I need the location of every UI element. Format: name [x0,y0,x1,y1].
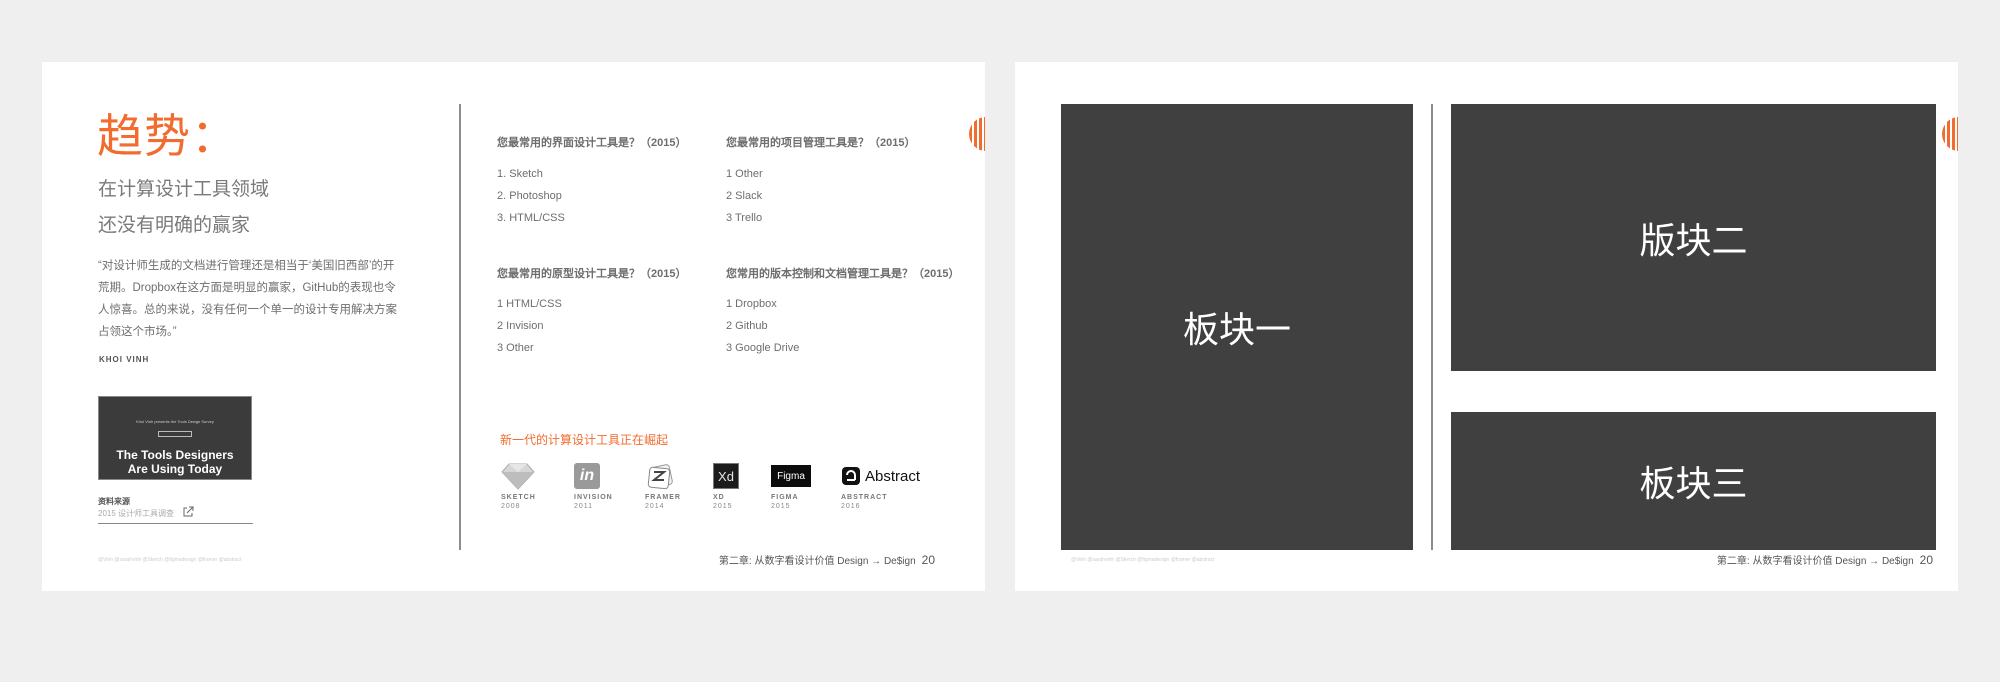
answer-item: 3 Other [497,342,534,354]
vertical-divider [1431,104,1433,550]
sketch-diamond-icon [501,463,535,490]
tool-name: FRAMER [645,494,681,501]
subtitle-line2: 还没有明确的赢家 [98,215,251,236]
survey-question-version-tools: 您常用的版本控制和文档管理工具是？（2015） [726,268,960,280]
quote-text: “对设计师生成的文档进行管理还是相当于‘美国旧西部’的开荒期。Dropbox在这… [98,260,397,338]
abstract-mark-icon [842,467,860,485]
page-number: 20 [921,553,935,567]
answer-item: 1 Other [726,168,763,180]
framer-icon [647,464,673,490]
answer-item: 2. Photoshop [497,190,562,202]
social-handles-footnote: @Vinh @sarahvinh @Sketch @figmadesign @f… [98,557,242,563]
tool-year: 2008 [501,503,521,510]
tool-invision: in INVISION 2011 [574,462,634,510]
slide-footer: 第二章: 从数字看设计价值 Design → De$ign 20 [1717,552,1933,567]
cover-small-text: Khoi Vinh presents the Tools Design Surv… [136,419,214,424]
block-two: 版块二 [1451,104,1936,371]
tool-abstract: Abstract ABSTRACT 2016 [841,462,941,510]
social-handles-footnote: @Vinh @sarahvinh @Sketch @figmadesign @f… [1071,557,1215,563]
survey-answers-version-tools: 1 Dropbox 2 Github 3 Google Drive [726,293,799,359]
cover-title-line2: Are Using Today [127,462,223,476]
survey-question-ui-tools: 您最常用的界面设计工具是？（2015） [497,137,687,149]
answer-item: 3 Google Drive [726,342,800,354]
xd-glyph: Xd [718,468,734,484]
answer-item: 2 Invision [497,320,544,332]
figma-glyph: Figma [777,470,805,482]
page-number: 20 [1919,553,1933,567]
tool-year: 2015 [713,503,733,510]
source-underline [98,523,253,524]
tool-name: FIGMA [771,494,799,501]
slide-layout-blocks: 板块一 版块二 板块三 @Vinh @sarahvinh @Sketch @fi… [1015,62,1958,591]
tool-year: 2016 [841,503,861,510]
answer-item: 2 Github [726,320,768,332]
tool-year: 2015 [771,503,791,510]
answer-item: 1. Sketch [497,168,543,180]
slide-footer: 第二章: 从数字看设计价值 Design → De$ign 20 [719,552,935,567]
tool-name: INVISION [574,494,613,501]
survey-answers-prototype-tools: 1 HTML/CSS 2 Invision 3 Other [497,293,562,359]
slide-trend: 趋势： 在计算设计工具领域 还没有明确的赢家 “对设计师生成的文档进行管理还是相… [42,62,985,591]
cover-button-shape [158,431,192,437]
block-one-label: 板块一 [1182,309,1291,350]
new-generation-label: 新一代的计算设计工具正在崛起 [500,433,669,447]
chapter-label: 第二章: 从数字看设计价值 Design → De$ign [718,556,916,567]
quote-author: KHOI VINH [99,355,150,364]
abstract-icon: Abstract [841,466,920,486]
tool-name: XD [713,494,725,501]
orange-striped-circle-icon [1942,117,1958,151]
tool-year: 2011 [574,503,594,510]
tool-name: SKETCH [501,494,536,501]
report-cover-thumbnail[interactable]: Khoi Vinh presents the Tools Design Surv… [98,396,252,480]
invision-glyph: in [579,467,595,484]
block-three-label: 板块三 [1639,463,1748,504]
vertical-divider [459,104,461,550]
external-link-icon[interactable] [182,506,194,518]
source-label: 资料来源 [98,497,130,506]
abstract-glyph: Abstract [865,467,921,485]
tool-name: ABSTRACT [841,494,888,501]
figma-icon: Figma [771,465,811,487]
survey-question-project-tools: 您最常用的项目管理工具是？（2015） [726,137,916,149]
chapter-label: 第二章: 从数字看设计价值 Design → De$ign [1716,556,1914,567]
tool-sketch: SKETCH 2008 [501,462,561,510]
source-link[interactable]: 2015 设计师工具调查 [98,508,174,519]
answer-item: 3 Trello [726,212,763,224]
tool-framer: FRAMER 2014 [645,462,705,510]
survey-answers-project-tools: 1 Other 2 Slack 3 Trello [726,163,763,229]
survey-answers-ui-tools: 1. Sketch 2. Photoshop 3. HTML/CSS [497,163,565,229]
slide-title: 趋势： [97,110,238,162]
cover-title-line1: The Tools Designers [116,448,234,462]
tool-figma: Figma FIGMA 2015 [771,462,831,510]
block-three: 板块三 [1451,412,1936,550]
xd-icon: Xd [713,463,739,489]
cover-title: The Tools Designers Are Using Today [99,448,251,476]
answer-item: 1 Dropbox [726,298,777,310]
survey-question-prototype-tools: 您最常用的原型设计工具是？（2015） [497,268,687,280]
tool-year: 2014 [645,503,665,510]
tool-xd: Xd XD 2015 [713,462,773,510]
block-two-label: 版块二 [1639,219,1748,261]
orange-striped-circle-icon [969,117,985,151]
block-one: 板块一 [1061,104,1413,550]
answer-item: 2 Slack [726,190,763,202]
subtitle-line1: 在计算设计工具领域 [98,179,270,200]
invision-icon: in [574,463,600,489]
answer-item: 3. HTML/CSS [497,212,565,224]
answer-item: 1 HTML/CSS [497,298,562,310]
